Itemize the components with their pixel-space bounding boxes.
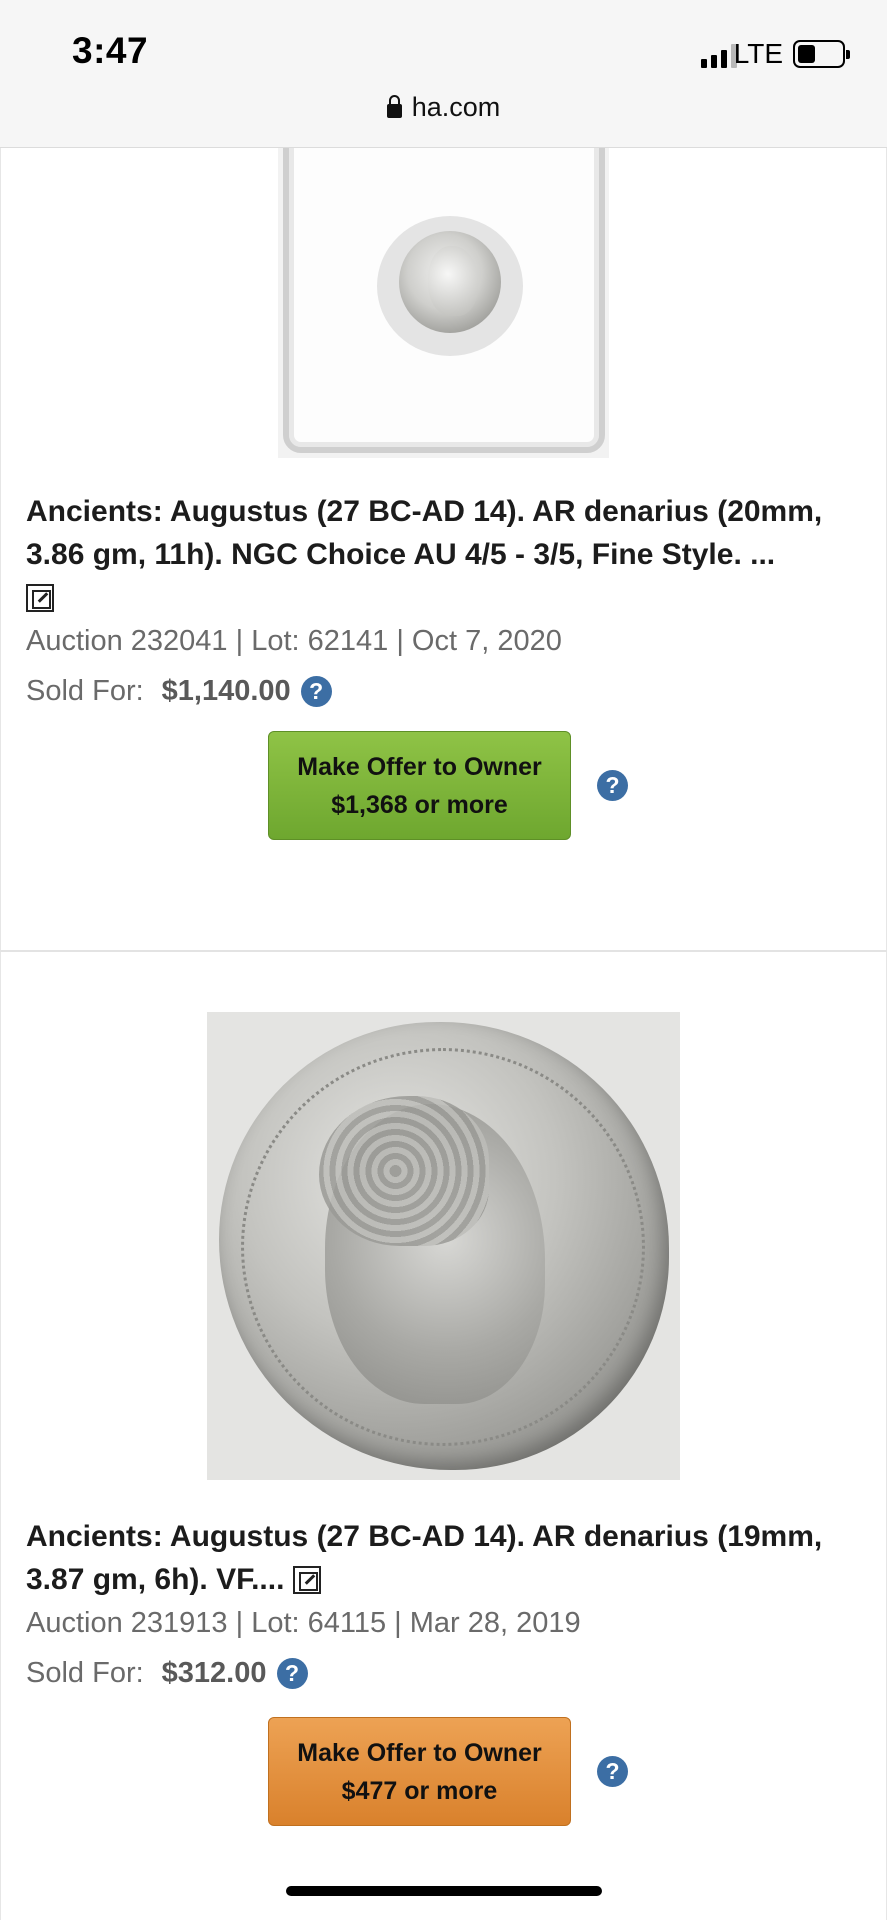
address-url: ha.com xyxy=(411,92,501,122)
coin-portrait xyxy=(428,246,478,316)
cellular-signal-icon xyxy=(701,42,737,68)
offer-amount: $477 or more xyxy=(341,1776,498,1805)
sold-for-row: Sold For: $312.00 ? xyxy=(26,1657,866,1690)
lot-divider xyxy=(0,950,887,952)
offer-row: Make Offer to Owner $1,368 or more ? xyxy=(268,731,628,840)
lot-title-link[interactable]: Ancients: Augustus (27 BC-AD 14). AR den… xyxy=(26,490,866,619)
lot-title[interactable]: Ancients: Augustus (27 BC-AD 14). AR den… xyxy=(26,495,822,571)
offer-help-icon[interactable]: ? xyxy=(597,1756,628,1787)
sold-for-row: Sold For: $1,140.00 ? xyxy=(26,675,866,708)
page-left-border xyxy=(0,148,1,1920)
lock-icon xyxy=(386,95,402,118)
home-indicator[interactable] xyxy=(286,1886,602,1896)
lot-image-coin-photo[interactable] xyxy=(207,1012,680,1480)
offer-label: Make Offer to Owner xyxy=(297,752,542,781)
offer-help-icon[interactable]: ? xyxy=(597,770,628,801)
lot-image-slabbed-coin[interactable] xyxy=(278,148,609,458)
lot-auction-info: Auction 232041 | Lot: 62141 | Oct 7, 202… xyxy=(26,625,562,657)
lot-card: Ancients: Augustus (27 BC-AD 14). AR den… xyxy=(26,1515,866,1690)
status-time: 3:47 xyxy=(72,30,149,71)
browser-status-bar: 3:47 LTE ha.com xyxy=(0,0,887,148)
external-link-icon[interactable] xyxy=(26,584,54,612)
make-offer-button[interactable]: Make Offer to Owner $477 or more xyxy=(268,1717,571,1826)
help-icon[interactable]: ? xyxy=(300,676,332,707)
lot-card: Ancients: Augustus (27 BC-AD 14). AR den… xyxy=(26,490,866,708)
battery-icon xyxy=(793,40,850,68)
sold-price: $312.00 xyxy=(161,1657,267,1689)
sold-price: $1,140.00 xyxy=(161,675,291,707)
help-icon[interactable]: ? xyxy=(276,1658,308,1689)
sold-label: Sold For: xyxy=(26,1657,144,1689)
lot-auction-info: Auction 231913 | Lot: 64115 | Mar 28, 20… xyxy=(26,1607,581,1639)
external-link-icon[interactable] xyxy=(292,1566,321,1594)
lot-title[interactable]: Ancients: Augustus (27 BC-AD 14). AR den… xyxy=(26,1520,822,1596)
make-offer-button[interactable]: Make Offer to Owner $1,368 or more xyxy=(268,731,571,840)
address-bar[interactable]: ha.com xyxy=(0,92,887,123)
sold-label: Sold For: xyxy=(26,675,144,707)
network-type: LTE xyxy=(733,38,783,69)
offer-amount: $1,368 or more xyxy=(331,790,508,819)
lot-title-link[interactable]: Ancients: Augustus (27 BC-AD 14). AR den… xyxy=(26,1515,866,1601)
coin-portrait-hair xyxy=(319,1096,489,1246)
offer-row: Make Offer to Owner $477 or more ? xyxy=(268,1717,628,1826)
offer-label: Make Offer to Owner xyxy=(297,1738,542,1767)
